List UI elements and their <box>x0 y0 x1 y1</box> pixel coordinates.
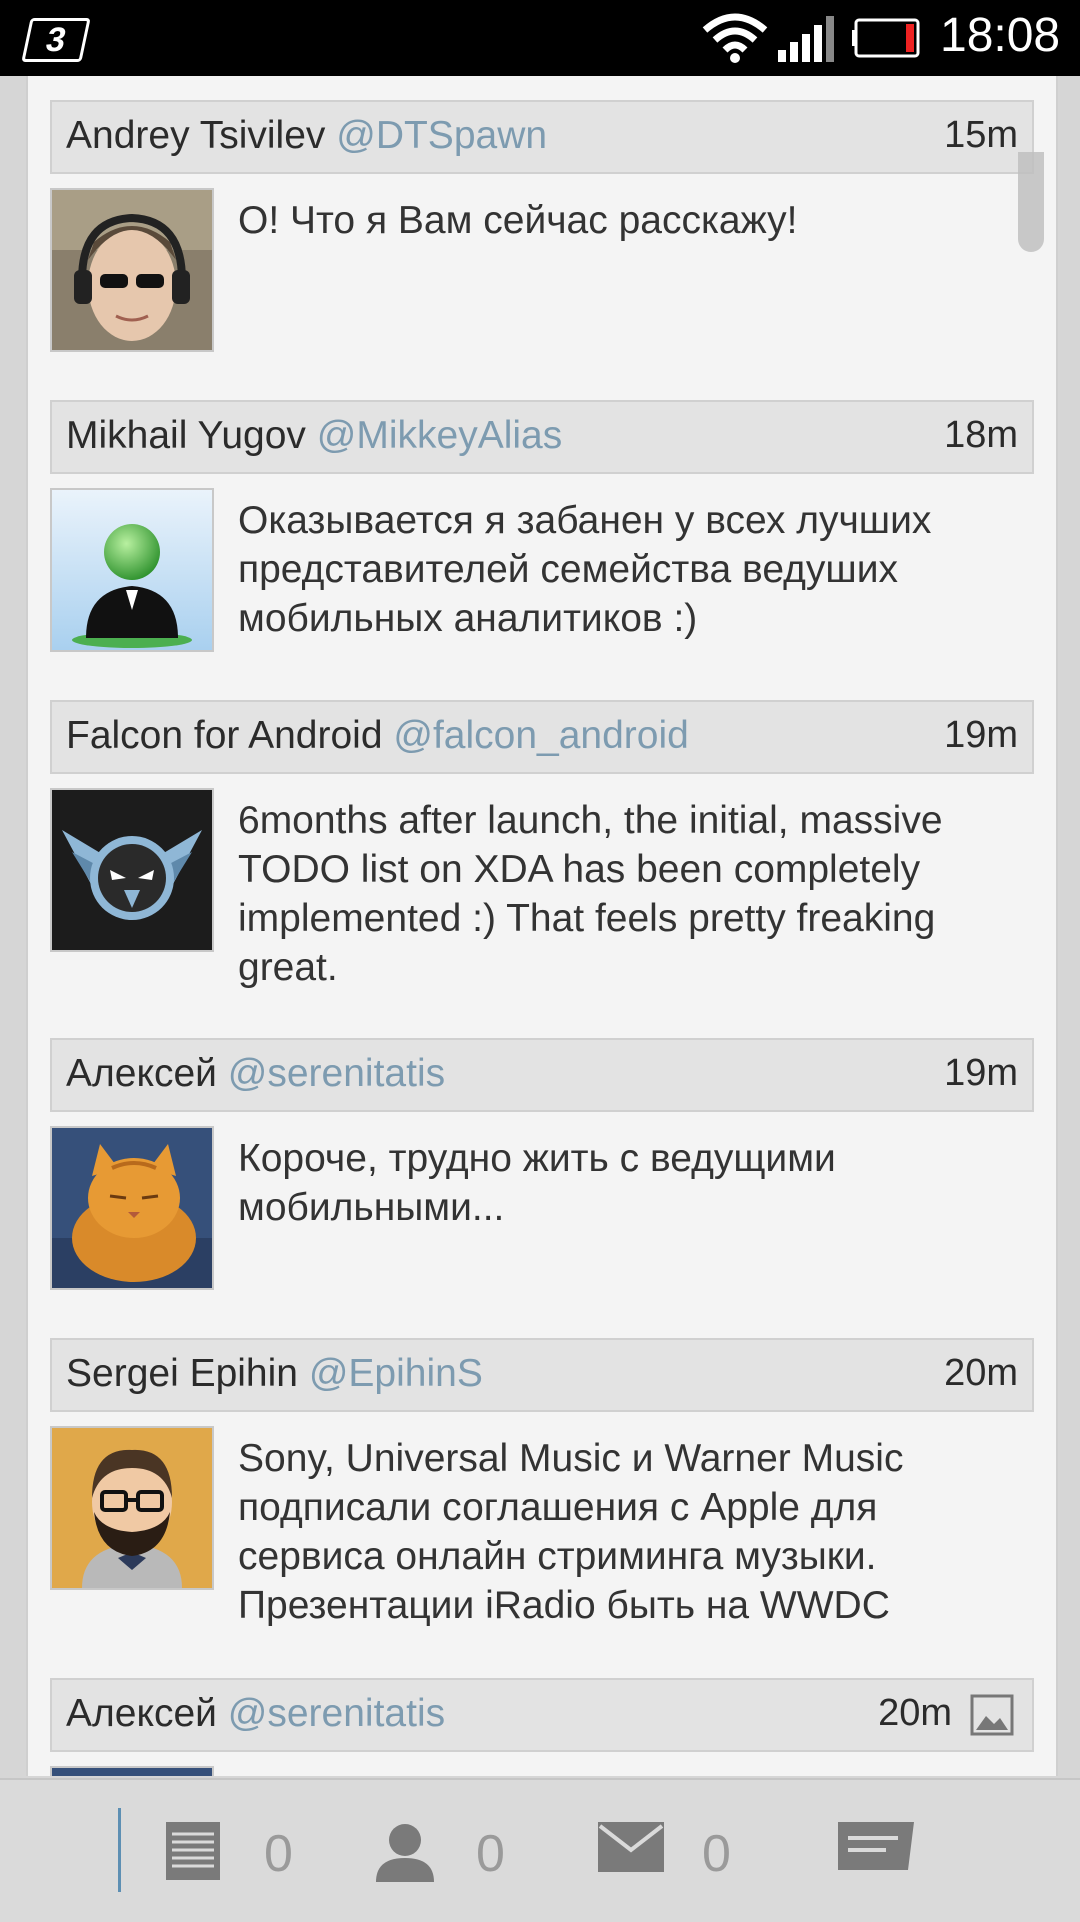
tweet-header: Алексей @serenitatis 19m <box>50 1038 1034 1112</box>
wifi-icon <box>702 13 768 63</box>
compose-icon[interactable] <box>836 1820 916 1874</box>
fast-scroll-thumb[interactable] <box>1018 152 1044 252</box>
status-bar: 3 18:08 <box>0 0 1080 76</box>
tweet-author: Алексей @serenitatis <box>66 1052 445 1096</box>
tweet-header: Sergei Epihin @EpihinS 20m <box>50 1338 1034 1412</box>
timeline-count: 0 <box>264 1825 293 1883</box>
author-name[interactable]: Andrey Tsivilev <box>66 114 325 157</box>
tweet-item[interactable]: Falcon for Android @falcon_android 19m 6… <box>50 700 1034 1020</box>
mentions-count: 0 <box>476 1825 505 1883</box>
author-handle[interactable]: @EpihinS <box>309 1352 483 1395</box>
mentions-icon[interactable] <box>374 1820 436 1882</box>
tweet-author: Mikhail Yugov @MikkeyAlias <box>66 414 562 458</box>
tweet-timeline[interactable]: Andrey Tsivilev @DTSpawn 15m О! Что я Ва… <box>26 76 1058 1776</box>
author-name[interactable]: Sergei Epihin <box>66 1352 298 1395</box>
author-handle[interactable]: @DTSpawn <box>336 114 547 157</box>
tweet-header: Andrey Tsivilev @DTSpawn 15m <box>50 100 1034 174</box>
carrier-logo-icon: 3 <box>21 18 91 62</box>
author-name[interactable]: Falcon for Android <box>66 714 383 757</box>
falcon-logo-avatar[interactable] <box>50 788 214 952</box>
cat-avatar[interactable] <box>50 1766 214 1776</box>
tweet-author: Andrey Tsivilev @DTSpawn <box>66 114 547 158</box>
tweet-text: 6months after launch, the initial, massi… <box>238 799 943 989</box>
tweet-item[interactable]: Mikhail Yugov @MikkeyAlias 18m Оказывает… <box>50 400 1034 680</box>
author-name[interactable]: Алексей <box>66 1052 217 1095</box>
tweet-text: Sony, Universal Music и Warner Music под… <box>238 1437 904 1627</box>
green-person-avatar[interactable] <box>50 488 214 652</box>
tweet-header: Mikhail Yugov @MikkeyAlias 18m <box>50 400 1034 474</box>
tweet-time: 20m <box>944 1352 1018 1394</box>
tweet-text: Оказывается я забанен у всех лучших пред… <box>238 499 932 640</box>
cat-avatar[interactable] <box>50 1126 214 1290</box>
author-handle[interactable]: @MikkeyAlias <box>317 414 562 457</box>
tweet-item[interactable]: Andrey Tsivilev @DTSpawn 15m О! Что я Ва… <box>50 100 1034 380</box>
battery-low-icon <box>852 18 920 58</box>
timeline-icon[interactable] <box>164 1820 222 1882</box>
messages-icon[interactable] <box>596 1820 666 1874</box>
tweet-text: Короче, трудно жить с ведущими мобильным… <box>238 1137 836 1229</box>
author-name[interactable]: Mikhail Yugov <box>66 414 306 457</box>
tweet-time: 18m <box>944 414 1018 456</box>
tweet-header: Falcon for Android @falcon_android 19m <box>50 700 1034 774</box>
author-handle[interactable]: @serenitatis <box>228 1052 445 1095</box>
tweet-text: О! Что я Вам сейчас расскажу! <box>238 199 798 242</box>
tweet-time: 19m <box>944 714 1018 756</box>
signal-icon <box>778 16 834 62</box>
tweet-author: Алексей @serenitatis <box>66 1692 445 1736</box>
tweet-header: Алексей @serenitatis 20m <box>50 1678 1034 1752</box>
author-name[interactable]: Алексей <box>66 1692 217 1735</box>
clock: 18:08 <box>940 9 1061 62</box>
messages-count: 0 <box>702 1825 731 1883</box>
active-tab-indicator <box>118 1808 121 1892</box>
tweet-time: 19m <box>944 1052 1018 1094</box>
author-handle[interactable]: @serenitatis <box>228 1692 445 1735</box>
tweet-time: 20m <box>878 1692 952 1734</box>
tweet-item[interactable]: Алексей @serenitatis 20m <box>50 1678 1034 1776</box>
tweet-author: Falcon for Android @falcon_android <box>66 714 689 758</box>
person-headphones-avatar[interactable] <box>50 188 214 352</box>
carrier-logo-text: 3 <box>42 20 70 59</box>
image-attachment-icon[interactable] <box>970 1694 1014 1736</box>
tweet-item[interactable]: Sergei Epihin @EpihinS 20m Sony, Univers… <box>50 1338 1034 1638</box>
tweet-time: 15m <box>944 114 1018 156</box>
bearded-man-avatar[interactable] <box>50 1426 214 1590</box>
tweet-item[interactable]: Алексей @serenitatis 19m Короче, трудно … <box>50 1038 1034 1318</box>
tweet-author: Sergei Epihin @EpihinS <box>66 1352 483 1396</box>
bottom-tab-bar: 0 0 0 <box>0 1778 1080 1922</box>
author-handle[interactable]: @falcon_android <box>393 714 688 757</box>
